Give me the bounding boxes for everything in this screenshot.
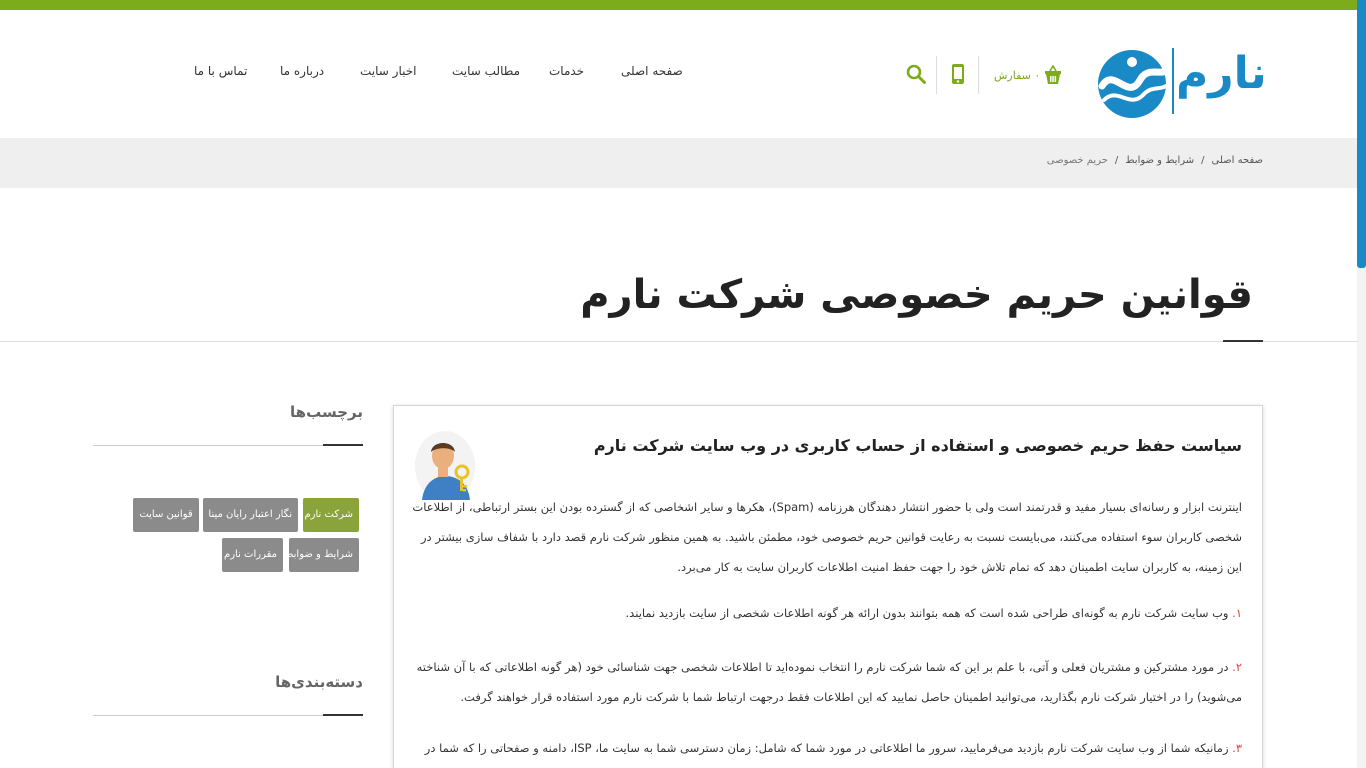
top-accent-bar bbox=[0, 0, 1366, 10]
categories-heading: دسته‌بندی‌ها bbox=[275, 673, 363, 691]
breadcrumb-bar: صفحه اصلی / شرایط و ضوابط / حریم خصوصی bbox=[0, 138, 1366, 188]
header-divider bbox=[936, 56, 937, 94]
header-divider bbox=[978, 56, 979, 94]
nav-item-contact[interactable]: تماس با ما bbox=[194, 64, 247, 78]
article-intro: اینترنت ابزار و رسانه‌ای بسیار مفید و قد… bbox=[412, 500, 1242, 574]
cart-button[interactable]: ۰ سفارش bbox=[994, 64, 1062, 86]
item-text: زمانیکه شما از وب سایت شرکت نارم بازدید … bbox=[424, 741, 1229, 755]
nav-item-services[interactable]: خدمات bbox=[549, 64, 584, 78]
logo-divider bbox=[1172, 48, 1174, 114]
item-number: ۱. bbox=[1232, 606, 1242, 620]
item-number: ۲. bbox=[1232, 660, 1242, 674]
cart-label: ۰ سفارش bbox=[994, 68, 1041, 82]
tag-narm-regulations[interactable]: مقررات نارم bbox=[222, 538, 283, 572]
nav-item-about[interactable]: درباره ما bbox=[280, 64, 324, 78]
nav-item-news[interactable]: اخبار سایت bbox=[360, 64, 416, 78]
breadcrumb-item-terms[interactable]: شرایط و ضوابط bbox=[1125, 155, 1194, 166]
article-item-3: ۳. زمانیکه شما از وب سایت شرکت نارم بازد… bbox=[412, 733, 1242, 768]
breadcrumb-separator: / bbox=[1201, 155, 1205, 166]
breadcrumb: صفحه اصلی / شرایط و ضوابط / حریم خصوصی bbox=[1047, 155, 1263, 166]
tag-negar-etebar[interactable]: نگار اعتبار رایان مینا bbox=[203, 498, 298, 532]
breadcrumb-separator: / bbox=[1114, 155, 1119, 166]
nav-item-home[interactable]: صفحه اصلی bbox=[621, 64, 683, 78]
tag-site-rules[interactable]: قوانین سایت bbox=[133, 498, 199, 532]
title-underline bbox=[1223, 340, 1263, 342]
tags-heading: برچسب‌ها bbox=[290, 403, 363, 421]
scrollbar-thumb[interactable] bbox=[1357, 0, 1366, 268]
breadcrumb-item-current: حریم خصوصی bbox=[1046, 155, 1108, 166]
logo-text: نارم bbox=[1176, 48, 1268, 99]
mobile-phone-icon[interactable] bbox=[951, 63, 965, 85]
article-title: سیاست حفظ حریم خصوصی و استفاده از حساب ک… bbox=[593, 436, 1242, 455]
item-number: ۳. bbox=[1232, 741, 1242, 755]
site-header: نارم ۰ سفارش صفحه اصلی خدمات مطالب سایت … bbox=[0, 10, 1366, 138]
tag-narm-company[interactable]: شرکت نارم bbox=[303, 498, 359, 532]
shopping-basket-icon bbox=[1045, 65, 1062, 84]
article-item-2: ۲. در مورد مشترکین و مشتریان فعلی و آتی،… bbox=[412, 652, 1242, 712]
item-text: در مورد مشترکین و مشتریان فعلی و آتی، با… bbox=[416, 660, 1242, 704]
article-card: سیاست حفظ حریم خصوصی و استفاده از حساب ک… bbox=[393, 405, 1263, 768]
search-icon[interactable] bbox=[906, 64, 926, 84]
tag-terms[interactable]: شرایط و ضوابط bbox=[284, 538, 359, 572]
page-title: قوانین حریم خصوصی شرکت نارم bbox=[580, 272, 1253, 318]
article-item-1: ۱. وب سایت شرکت نارم به گونه‌ای طراحی شد… bbox=[412, 598, 1242, 628]
item-text: وب سایت شرکت نارم به گونه‌ای طراحی شده ا… bbox=[625, 606, 1233, 620]
categories-heading-accent bbox=[323, 714, 363, 716]
nav-item-articles[interactable]: مطالب سایت bbox=[452, 64, 520, 78]
main-nav: صفحه اصلی خدمات مطالب سایت اخبار سایت در… bbox=[180, 64, 700, 88]
title-divider bbox=[0, 341, 1357, 342]
logo-emblem-icon bbox=[1098, 50, 1172, 118]
tags-heading-accent bbox=[323, 444, 363, 446]
site-logo[interactable]: نارم bbox=[1094, 46, 1268, 124]
breadcrumb-item-home[interactable]: صفحه اصلی bbox=[1212, 155, 1263, 166]
